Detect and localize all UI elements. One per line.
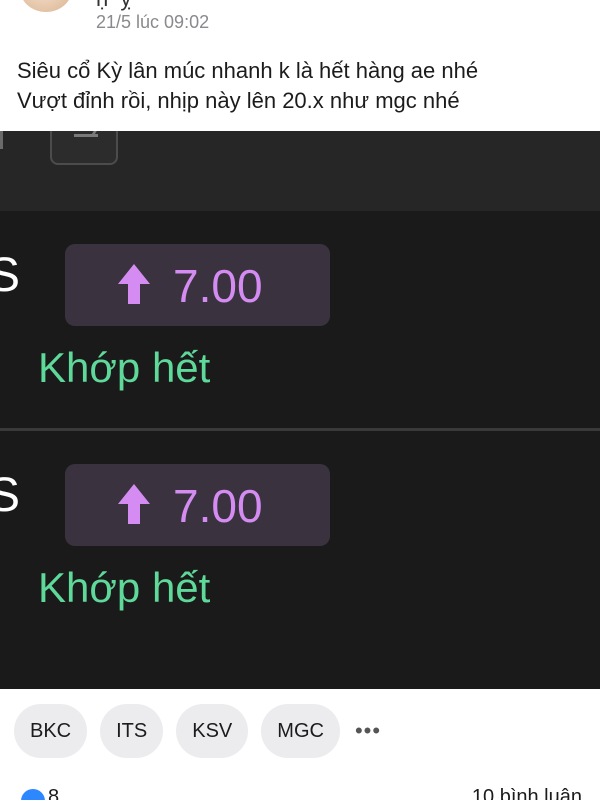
- tag-bkc[interactable]: BKC: [14, 704, 88, 758]
- up-arrow-icon: [118, 484, 150, 524]
- order-side: S: [0, 469, 21, 522]
- attached-screenshot[interactable]: S 7.00 Khớp hết S 7.00 Khớp hết: [0, 131, 600, 689]
- order-status: Khớp hết: [38, 344, 211, 391]
- order-row: S 7.00 Khớp hết: [0, 214, 600, 429]
- screenshot-edge-mark: [0, 131, 3, 149]
- author-name-peek[interactable]: ṇ ỵ: [96, 0, 134, 12]
- order-price: 7.00: [173, 260, 263, 312]
- up-arrow-icon: [118, 264, 150, 304]
- post-timestamp[interactable]: 21/5 lúc 09:02: [96, 12, 209, 33]
- like-icon[interactable]: [20, 788, 46, 800]
- order-status: Khớp hết: [38, 564, 211, 611]
- post-text-line: Vượt đỉnh rồi, nhịp này lên 20.x như mgc…: [17, 88, 460, 113]
- screenshot-top-bar: [0, 131, 600, 211]
- tag-mgc[interactable]: MGC: [261, 704, 340, 758]
- price-badge: 7.00: [65, 464, 330, 546]
- row-divider: [0, 428, 600, 431]
- stock-tags: BKC ITS KSV MGC •••: [14, 704, 381, 758]
- reaction-count[interactable]: 8: [48, 786, 59, 800]
- tag-ksv[interactable]: KSV: [176, 704, 249, 758]
- order-side: S: [0, 249, 21, 302]
- order-price: 7.00: [173, 480, 263, 532]
- tag-its[interactable]: ITS: [100, 704, 164, 758]
- post-text: Siêu cổ Kỳ lân múc nhanh k là hết hàng a…: [17, 56, 587, 116]
- avatar[interactable]: [20, 0, 72, 12]
- post-text-line: Siêu cổ Kỳ lân múc nhanh k là hết hàng a…: [17, 58, 479, 83]
- key-icon: [50, 131, 118, 165]
- more-options-icon[interactable]: •••: [355, 704, 381, 758]
- order-row: S 7.00 Khớp hết: [0, 434, 600, 649]
- comments-link[interactable]: 10 bình luận: [472, 786, 582, 800]
- price-badge: 7.00: [65, 244, 330, 326]
